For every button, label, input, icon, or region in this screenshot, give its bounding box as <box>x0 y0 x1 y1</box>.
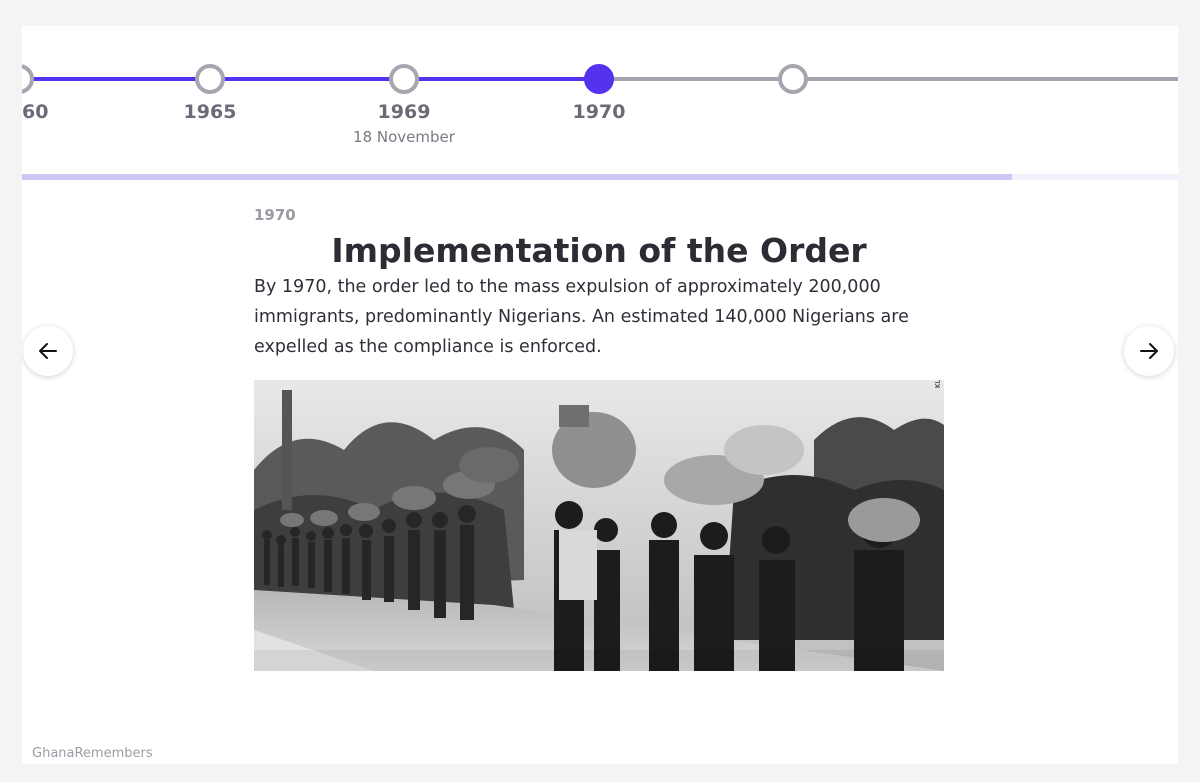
event-photo-illustration: KURT STRUMPF/ASSOCIATED PRESS <box>254 380 944 671</box>
timeline-node-next[interactable] <box>778 64 808 94</box>
timeline-year-1960[interactable]: 1960 <box>22 101 82 123</box>
timeline-year-1970[interactable]: 1970 <box>539 101 659 123</box>
next-event-button[interactable] <box>1124 326 1174 376</box>
timeline-node-1965[interactable] <box>195 64 225 94</box>
timeline-year-1969[interactable]: 1969 <box>344 101 464 123</box>
event-description: By 1970, the order led to the mass expul… <box>254 277 909 357</box>
prev-event-button[interactable] <box>23 326 73 376</box>
footer-brand: GhanaRemembers <box>32 746 153 761</box>
arrow-left-icon <box>39 343 57 359</box>
timeline-node-1970-active[interactable] <box>584 64 614 94</box>
arrow-right-icon <box>1140 343 1158 359</box>
event-photo: KURT STRUMPF/ASSOCIATED PRESS <box>254 380 944 671</box>
photo-credit: KURT STRUMPF/ASSOCIATED PRESS <box>934 380 942 388</box>
timeline-progress-fill <box>22 174 1012 180</box>
timeline-node-1969[interactable] <box>389 64 419 94</box>
event-title: Implementation of the Order <box>331 231 867 270</box>
timeline-subdate-1969: 18 November <box>353 128 455 146</box>
timeline-page: 1960 1965 1969 18 November 1970 1970 Imp… <box>22 26 1178 764</box>
timeline-track-upcoming <box>598 77 1178 81</box>
timeline-node-1960[interactable] <box>22 64 34 94</box>
timeline-year-1965[interactable]: 1965 <box>150 101 270 123</box>
event-year-label: 1970 <box>254 206 296 224</box>
timeline-track-completed <box>22 77 598 81</box>
timeline: 1960 1965 1969 18 November 1970 <box>22 26 1178 181</box>
